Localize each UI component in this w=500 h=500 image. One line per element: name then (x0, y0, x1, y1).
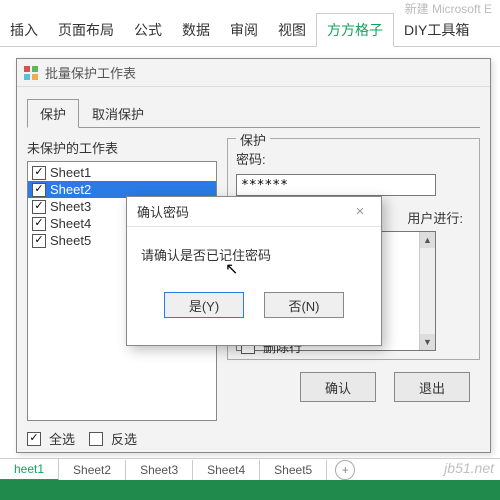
sheet-name: Sheet1 (50, 165, 91, 180)
unprotected-label: 未保护的工作表 (27, 138, 217, 157)
dialog-tabstrip: 保护 取消保护 (27, 99, 480, 128)
confirm-password-modal: 确认密码 × 请确认是否已记住密码 ↖ 是(Y) 否(N) (126, 196, 382, 346)
checkbox-icon[interactable]: ✓ (32, 183, 46, 197)
tab-insert[interactable]: 插入 (0, 14, 48, 46)
checkbox-icon[interactable]: ✓ (32, 200, 46, 214)
password-label: 密码: (236, 149, 471, 168)
checkbox-icon: ✓ (27, 432, 41, 446)
sheet-name: Sheet5 (50, 233, 91, 248)
fieldset-legend: 保护 (236, 130, 270, 149)
sheet-name: Sheet4 (50, 216, 91, 231)
ok-button[interactable]: 确认 (300, 372, 376, 402)
checkbox-icon[interactable]: ✓ (32, 166, 46, 180)
select-all-label: 全选 (49, 429, 75, 448)
dtab-unprotect[interactable]: 取消保护 (79, 99, 157, 128)
dialog-buttons: 确认 退出 (227, 372, 480, 402)
ribbon: 新建 Microsoft E 插入 页面布局 公式 数据 审阅 视图 方方格子 … (0, 0, 500, 47)
modal-titlebar: 确认密码 × (127, 197, 381, 227)
tab-diy[interactable]: DIY工具箱 (394, 14, 479, 46)
checkbox-icon[interactable]: ✓ (32, 234, 46, 248)
dialog-title: 批量保护工作表 (45, 63, 136, 82)
scrollbar[interactable]: ▲ ▼ (419, 232, 435, 350)
select-all-checkbox[interactable]: ✓ 全选 (27, 429, 75, 448)
password-input[interactable] (236, 174, 436, 196)
sheet-tab[interactable]: heet1 (0, 459, 59, 481)
list-item[interactable]: ✓ Sheet1 (28, 164, 216, 181)
sheet-tab[interactable]: Sheet2 (59, 460, 126, 480)
tab-data[interactable]: 数据 (172, 14, 220, 46)
modal-message: 请确认是否已记住密码 (141, 248, 271, 263)
scroll-up-icon[interactable]: ▲ (420, 232, 435, 248)
invert-label: 反选 (111, 429, 137, 448)
scroll-down-icon[interactable]: ▼ (420, 334, 435, 350)
sheet-name: Sheet3 (50, 199, 91, 214)
tab-pagelayout[interactable]: 页面布局 (48, 14, 124, 46)
dialog-titlebar: 批量保护工作表 (17, 59, 490, 87)
modal-title-text: 确认密码 (137, 202, 189, 221)
cancel-button[interactable]: 退出 (394, 372, 470, 402)
dialog-sysicon (23, 65, 39, 81)
modal-buttons: 是(Y) 否(N) (141, 292, 367, 318)
modal-body: 请确认是否已记住密码 ↖ 是(Y) 否(N) (127, 227, 381, 318)
add-sheet-button[interactable]: + (335, 460, 355, 480)
tab-review[interactable]: 审阅 (220, 14, 268, 46)
checkbox-icon (89, 432, 103, 446)
sheet-tab[interactable]: Sheet5 (260, 460, 327, 480)
invert-checkbox[interactable]: 反选 (89, 429, 137, 448)
no-button[interactable]: 否(N) (264, 292, 344, 318)
tab-formulas[interactable]: 公式 (124, 14, 172, 46)
sheet-tabs: heet1 Sheet2 Sheet3 Sheet4 Sheet5 + (0, 458, 500, 480)
checkbox-icon[interactable]: ✓ (32, 217, 46, 231)
sheet-name: Sheet2 (50, 182, 91, 197)
status-bar (0, 480, 500, 500)
dtab-protect[interactable]: 保护 (27, 99, 79, 128)
ribbon-tabs: 插入 页面布局 公式 数据 审阅 视图 方方格子 DIY工具箱 (0, 13, 500, 46)
tab-view[interactable]: 视图 (268, 14, 316, 46)
left-bottom: ✓ 全选 反选 (27, 429, 217, 448)
sheet-tab[interactable]: Sheet3 (126, 460, 193, 480)
sheet-tab[interactable]: Sheet4 (193, 460, 260, 480)
yes-button[interactable]: 是(Y) (164, 292, 244, 318)
close-icon[interactable]: × (345, 203, 375, 220)
tab-ffgz[interactable]: 方方格子 (316, 13, 394, 47)
